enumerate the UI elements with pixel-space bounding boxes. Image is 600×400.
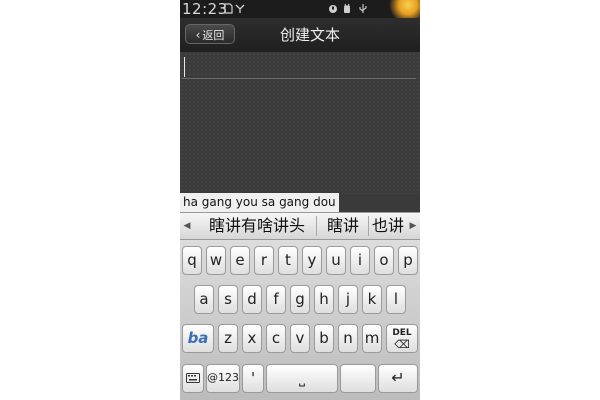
key-b[interactable]: b bbox=[314, 324, 334, 353]
key-o[interactable]: o bbox=[374, 246, 394, 275]
key-l[interactable]: l bbox=[386, 285, 406, 314]
key-j[interactable]: j bbox=[338, 285, 358, 314]
key-r[interactable]: r bbox=[254, 246, 274, 275]
key-a[interactable]: a bbox=[194, 285, 214, 314]
ime-candidate-bar: ◀ 瞎讲有啥讲头 瞎讲 也讲 ▶ bbox=[180, 212, 420, 240]
key-m[interactable]: m bbox=[362, 324, 382, 353]
symbols-key[interactable]: @123 bbox=[206, 364, 240, 393]
keyboard-switch-key[interactable] bbox=[182, 364, 204, 393]
enter-key[interactable]: ↵ bbox=[378, 364, 418, 393]
candidate-item[interactable]: 瞎讲有啥讲头 bbox=[200, 213, 314, 239]
status-time: 12:23 bbox=[182, 0, 228, 18]
triangle-left-icon[interactable]: ◀ bbox=[180, 213, 194, 239]
key-h[interactable]: h bbox=[314, 285, 334, 314]
candidate-item[interactable]: 瞎讲 bbox=[320, 213, 366, 239]
key-w[interactable]: w bbox=[206, 246, 226, 275]
text-editor-area[interactable] bbox=[180, 52, 420, 194]
candidate-item[interactable]: 也讲 bbox=[371, 213, 405, 239]
key-t[interactable]: t bbox=[278, 246, 298, 275]
key-q[interactable]: q bbox=[182, 246, 202, 275]
status-bar: 12:23 bbox=[180, 0, 420, 22]
backspace-icon: ⌫ bbox=[394, 338, 410, 351]
key-p[interactable]: p bbox=[398, 246, 418, 275]
android-debug-icon bbox=[344, 3, 350, 13]
key-v[interactable]: v bbox=[290, 324, 310, 353]
phone-screen: 12:23 ‹ 返回 创建文本 ha gang you sa gang dou … bbox=[180, 0, 420, 400]
key-z[interactable]: z bbox=[218, 324, 238, 353]
key-d[interactable]: d bbox=[242, 285, 262, 314]
keyboard-icon bbox=[186, 373, 200, 383]
candidate-divider bbox=[368, 216, 369, 236]
apostrophe-key[interactable]: ' bbox=[242, 364, 264, 393]
key-i[interactable]: i bbox=[350, 246, 370, 275]
key-c[interactable]: c bbox=[266, 324, 286, 353]
usb-icon bbox=[359, 4, 367, 13]
text-caret bbox=[184, 57, 185, 77]
alarm-icon bbox=[329, 5, 337, 13]
key-x[interactable]: x bbox=[242, 324, 262, 353]
soft-keyboard: q w e r t y u i o p a s d f g h j k l ba… bbox=[180, 240, 420, 400]
key-e[interactable]: e bbox=[230, 246, 250, 275]
key-y[interactable]: y bbox=[302, 246, 322, 275]
sim-card-icon bbox=[224, 3, 233, 14]
delete-key[interactable]: DEL ⌫ bbox=[386, 324, 418, 353]
key-s[interactable]: s bbox=[218, 285, 238, 314]
ime-composition-text: ha gang you sa gang dou bbox=[180, 193, 339, 212]
back-button[interactable]: ‹ 返回 bbox=[185, 24, 235, 44]
key-f[interactable]: f bbox=[266, 285, 286, 314]
back-label: 返回 bbox=[202, 29, 225, 42]
key-g[interactable]: g bbox=[290, 285, 310, 314]
candidate-divider bbox=[316, 216, 317, 236]
signal-icon bbox=[235, 4, 245, 13]
key-u[interactable]: u bbox=[326, 246, 346, 275]
chevron-left-icon: ‹ bbox=[195, 28, 201, 42]
key-n[interactable]: n bbox=[338, 324, 358, 353]
key-k[interactable]: k bbox=[362, 285, 382, 314]
ime-logo-key[interactable]: ba bbox=[182, 324, 214, 353]
triangle-right-icon[interactable]: ▶ bbox=[406, 213, 420, 239]
space-key[interactable]: ⎵ bbox=[266, 364, 338, 393]
title-bar: ‹ 返回 创建文本 bbox=[180, 18, 420, 53]
page-title: 创建文本 bbox=[279, 26, 340, 44]
language-switch-key[interactable] bbox=[340, 364, 376, 393]
text-input[interactable] bbox=[182, 55, 416, 79]
ime-logo-label: ba bbox=[187, 329, 209, 347]
